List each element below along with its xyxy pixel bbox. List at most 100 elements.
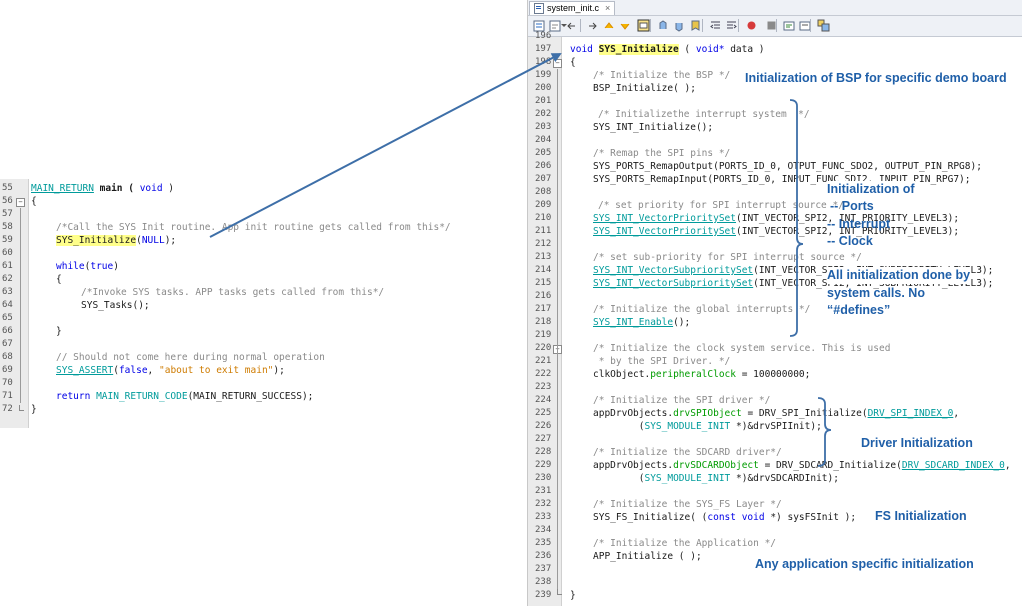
line-number: 69 [2, 365, 13, 375]
code-line: SYS_INT_Enable(); [593, 316, 690, 329]
code-token: true [90, 261, 114, 272]
code-line: { [31, 195, 37, 208]
toggle-bookmark-icon[interactable] [688, 18, 702, 32]
diff-icon[interactable] [816, 18, 830, 32]
line-number: 65 [2, 313, 13, 323]
shift-left-icon[interactable] [708, 18, 722, 32]
code-token: , [1004, 460, 1011, 471]
annotation-clock: -- Clock [827, 234, 873, 248]
code-token: SYS_FS_Initialize( ( [593, 512, 708, 523]
code-token: data ) [724, 44, 765, 55]
code-line: /* Initialize the global interrupts */ [593, 303, 810, 316]
code-token: SYS_INT_VectorPrioritySet [593, 213, 736, 224]
line-number: 197 [535, 44, 552, 54]
code-line: BSP_Initialize( ); [593, 82, 696, 95]
code-token: SYS_INT_Initialize(); [593, 122, 714, 133]
editor-toolbar [528, 16, 1022, 37]
code-token: } [570, 590, 576, 601]
fold-toggle-icon[interactable]: − [553, 59, 562, 68]
code-token: { [31, 196, 37, 207]
code-token: DRV_SPI_INDEX_0 [867, 408, 954, 419]
line-number: 57 [2, 209, 13, 219]
code-token: void* [695, 44, 725, 55]
fold-toggle-icon[interactable]: − [16, 198, 25, 207]
code-line: /* Initialize the SDCARD driver*/ [593, 446, 782, 459]
code-token: appDrvObjects. [593, 460, 674, 471]
code-token: (MAIN_RETURN_SUCCESS); [187, 391, 314, 402]
code-line: * by the SPI Driver. */ [593, 355, 731, 368]
code-token: = 100000000; [736, 369, 811, 380]
code-token: /* Initialize the clock system service. … [593, 343, 891, 354]
annotation-ports: -- Ports [830, 199, 874, 213]
code-token: /* Initialize the global interrupts */ [593, 304, 811, 315]
line-number: 55 [2, 183, 13, 193]
line-number: 200 [535, 83, 552, 93]
tab-system-init-c[interactable]: system_init.c × [529, 1, 616, 15]
line-number: 228 [535, 447, 552, 457]
code-token: void [139, 183, 163, 194]
prev-bookmark-icon[interactable] [656, 18, 670, 32]
line-number: 237 [535, 564, 552, 574]
annotation-syscalls-2: system calls. No [827, 286, 925, 300]
code-line: while(true) [56, 260, 119, 273]
code-line: return MAIN_RETURN_CODE(MAIN_RETURN_SUCC… [56, 390, 313, 403]
line-number: 196 [535, 31, 552, 41]
line-number: 227 [535, 434, 552, 444]
code-line: } [56, 325, 62, 338]
editor-tabbar: system_init.c × [528, 0, 1022, 16]
comment-icon[interactable] [782, 18, 796, 32]
code-line: void SYS_Initialize ( void* data ) [570, 43, 765, 56]
toggle-highlight-icon[interactable] [636, 18, 650, 32]
find-next-icon[interactable] [618, 18, 632, 32]
code-token: false [118, 365, 148, 376]
find-prev-icon[interactable] [602, 18, 616, 32]
code-token: /*Invoke SYS tasks. APP tasks gets calle… [81, 287, 385, 298]
line-number: 63 [2, 287, 13, 297]
fold-guide-line [20, 208, 21, 403]
code-token: = DRV_SPI_Initialize( [741, 408, 868, 419]
line-number: 60 [2, 248, 13, 258]
annotation-interrupt: -- Interrupt [827, 217, 891, 231]
code-token: /* Initialize the BSP */ [593, 70, 731, 81]
line-number: 233 [535, 512, 552, 522]
code-token: (); [673, 317, 691, 328]
close-tab-icon[interactable]: × [605, 2, 610, 15]
code-token: peripheralClock [650, 369, 736, 380]
line-number: 222 [535, 369, 552, 379]
code-line: SYS_PORTS_RemapOutput(PORTS_ID_0, OTPUT_… [593, 160, 982, 173]
left-line-gutter: 55 56 57 58 59 60 61 62 63 64 65 66 67 68 69 70 71 72 − [0, 179, 29, 428]
code-token: MAIN_RETURN_CODE [96, 391, 188, 402]
line-number: 219 [535, 330, 552, 340]
line-number: 71 [2, 391, 13, 401]
code-token: SYS_INT_VectorSubprioritySet [593, 278, 754, 289]
line-number: 208 [535, 187, 552, 197]
fold-guide-line [557, 69, 558, 589]
code-line: (SYS_MODULE_INIT *)&drvSPIInit); [593, 420, 822, 433]
next-bookmark-icon[interactable] [672, 18, 686, 32]
line-number: 64 [2, 300, 13, 310]
code-line: SYS_Tasks(); [81, 299, 150, 312]
line-number: 204 [535, 135, 552, 145]
code-token: /*Call the SYS Init routine. App init ro… [56, 222, 451, 233]
code-token: drvSDCARDObject [673, 460, 759, 471]
line-number: 61 [2, 261, 13, 271]
code-line: SYS_FS_Initialize( (const void *) sysFSI… [593, 511, 856, 524]
shift-right-icon[interactable] [724, 18, 738, 32]
code-token: main ( [93, 183, 140, 194]
code-line: /*Call the SYS Init routine. App init ro… [56, 221, 451, 234]
chevron-down-icon[interactable] [561, 24, 567, 27]
code-line: /*Invoke SYS tasks. APP tasks gets calle… [81, 286, 384, 299]
code-line: MAIN_RETURN main ( void ) [31, 182, 174, 195]
forward-icon[interactable] [586, 18, 600, 32]
code-token: SYS_Initialize [56, 235, 137, 246]
code-token: "about to exit main" [159, 365, 274, 376]
line-number: 59 [2, 235, 13, 245]
code-line: /* Remap the SPI pins */ [593, 147, 730, 160]
line-number: 217 [535, 304, 552, 314]
annotation-driver: Driver Initialization [861, 436, 973, 450]
record-macro-icon[interactable] [744, 18, 758, 32]
line-number: 66 [2, 326, 13, 336]
code-line: /* Initialize the Application */ [593, 537, 776, 550]
code-line: appDrvObjects.drvSPIObject = DRV_SPI_Ini… [593, 407, 959, 420]
code-line: /* Initialize the BSP */ [593, 69, 730, 82]
